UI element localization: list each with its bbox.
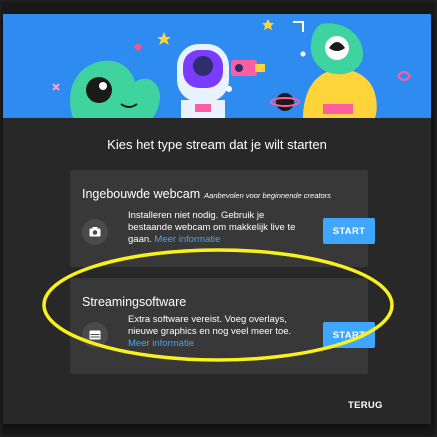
option-description-text: Extra software vereist. Voeg overlays, n… — [128, 314, 292, 337]
option-title: Ingebouwde webcam — [82, 187, 201, 201]
start-streaming-software-button[interactable]: START — [323, 322, 375, 348]
start-webcam-button[interactable]: START — [323, 218, 375, 244]
more-info-link[interactable]: Meer informatie — [154, 234, 220, 245]
option-recommendation: Aanbevolen voor beginnende creators — [204, 191, 331, 200]
option-description: Extra software vereist. Voeg overlays, n… — [128, 314, 308, 350]
option-description: Installeren niet nodig. Gebruik je besta… — [128, 210, 308, 246]
option-header: Ingebouwde webcam Aanbevolen voor beginne… — [82, 185, 360, 203]
stream-type-dialog: Kies het type stream dat je wilt starten… — [3, 14, 431, 424]
option-card-streaming-software[interactable]: Streamingsoftware Extra software vereist… — [70, 278, 375, 374]
option-header: Streamingsoftware — [82, 293, 360, 311]
software-window-icon — [82, 322, 108, 348]
back-button[interactable]: TERUG — [348, 400, 383, 411]
camera-icon — [82, 219, 108, 245]
option-card-webcam[interactable]: Ingebouwde webcam Aanbevolen voor beginne… — [70, 170, 375, 267]
more-info-link[interactable]: Meer informatie — [128, 338, 194, 349]
dialog-title: Kies het type stream dat je wilt starten — [107, 137, 327, 152]
illustration-banner — [3, 14, 431, 118]
banner-illustration — [3, 14, 431, 118]
option-title: Streamingsoftware — [82, 295, 187, 309]
